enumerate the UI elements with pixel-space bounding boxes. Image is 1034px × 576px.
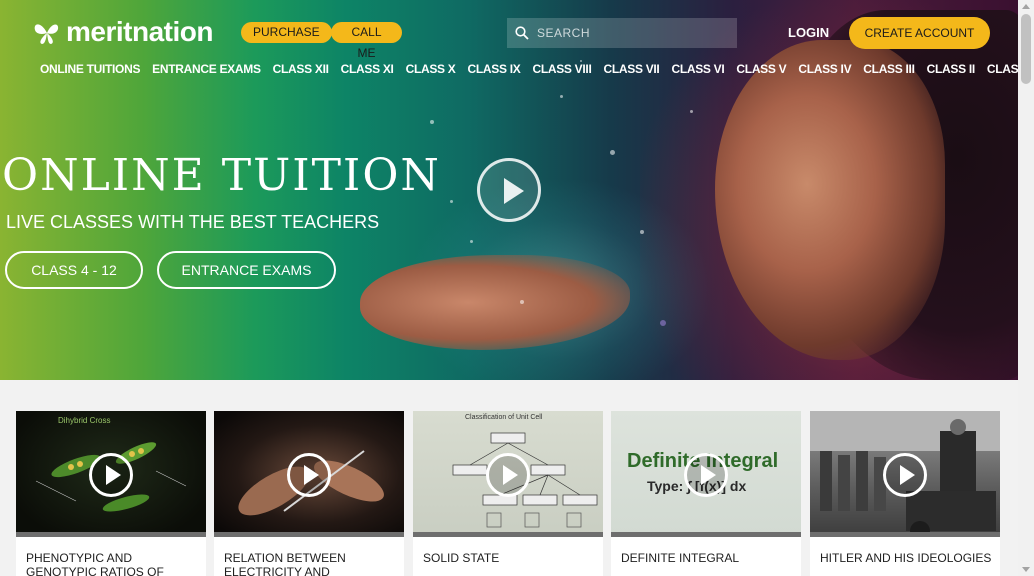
nav-item-class-v[interactable]: CLASS V xyxy=(736,62,786,78)
video-thumbnail: Classification of Unit Cell xyxy=(413,411,603,537)
nav-item-class-i[interactable]: CLASS I xyxy=(987,62,1018,78)
thumbnail-bar xyxy=(611,532,801,537)
nav-item-class-ix[interactable]: CLASS IX xyxy=(468,62,521,78)
play-icon[interactable] xyxy=(486,453,530,497)
video-card[interactable]: Dihybrid Cross PHENOTYPIC AND GENOTYPIC … xyxy=(16,411,206,576)
sparkle xyxy=(430,120,434,124)
nav-item-class-xi[interactable]: CLASS XI xyxy=(341,62,394,78)
nav-item-class-iii[interactable]: CLASS III xyxy=(863,62,915,78)
thumb-text: Dihybrid Cross xyxy=(58,416,110,425)
hero-banner: meritnation PURCHASE CALL ME LOGIN CREAT… xyxy=(0,0,1018,380)
butterfly-logo-icon xyxy=(34,24,59,44)
video-thumbnail: Definite Integral Type: ∫ [f(x)] dx xyxy=(611,411,801,537)
play-icon[interactable] xyxy=(89,453,133,497)
thumb-text: Classification of Unit Cell xyxy=(465,414,543,421)
login-link[interactable]: LOGIN xyxy=(788,25,829,40)
video-card[interactable]: RELATION BETWEEN ELECTRICITY AND xyxy=(214,411,404,576)
class-nav: ONLINE TUITIONS ENTRANCE EXAMS CLASS XII… xyxy=(40,62,1018,78)
sparkle xyxy=(610,150,615,155)
thumbnail-bar xyxy=(16,532,206,537)
meritnation-logo[interactable]: meritnation xyxy=(32,12,213,52)
page-scrollbar[interactable] xyxy=(1018,0,1034,576)
hero-play-icon[interactable] xyxy=(477,158,541,222)
search-input[interactable] xyxy=(537,26,717,40)
create-account-button[interactable]: CREATE ACCOUNT xyxy=(849,17,990,49)
thumbnail-bar xyxy=(214,532,404,537)
sparkle xyxy=(660,320,666,326)
video-title[interactable]: DEFINITE INTEGRAL xyxy=(621,551,796,565)
sparkle xyxy=(560,95,563,98)
sparkle xyxy=(520,300,524,304)
search-icon xyxy=(515,26,529,40)
sparkle xyxy=(690,110,693,113)
play-icon[interactable] xyxy=(287,453,331,497)
video-thumbnail xyxy=(214,411,404,537)
thumbnail-bar xyxy=(810,532,1000,537)
nav-item-class-x[interactable]: CLASS X xyxy=(406,62,456,78)
sparkle xyxy=(640,230,644,234)
scrollbar-thumb[interactable] xyxy=(1021,14,1031,84)
nav-item-class-vi[interactable]: CLASS VI xyxy=(671,62,724,78)
thumbnail-bar xyxy=(413,532,603,537)
scroll-down-icon[interactable] xyxy=(1022,567,1030,572)
hero-subtitle: LIVE CLASSES WITH THE BEST TEACHERS xyxy=(6,212,380,232)
play-icon[interactable] xyxy=(684,453,728,497)
video-cards: Dihybrid Cross PHENOTYPIC AND GENOTYPIC … xyxy=(16,411,1016,576)
scroll-up-icon[interactable] xyxy=(1022,4,1030,9)
video-card[interactable]: HITLER AND HIS IDEOLOGIES xyxy=(810,411,1000,576)
video-title[interactable]: RELATION BETWEEN ELECTRICITY AND xyxy=(224,551,399,576)
entrance-exams-button[interactable]: ENTRANCE EXAMS xyxy=(157,251,336,289)
video-card[interactable]: Definite Integral Type: ∫ [f(x)] dx DEFI… xyxy=(611,411,801,576)
nav-item-class-xii[interactable]: CLASS XII xyxy=(273,62,329,78)
nav-item-class-ii[interactable]: CLASS II xyxy=(927,62,976,78)
nav-item-class-iv[interactable]: CLASS IV xyxy=(798,62,851,78)
video-title[interactable]: SOLID STATE xyxy=(423,551,598,565)
call-me-button[interactable]: CALL ME xyxy=(331,22,402,60)
nav-item-entrance-exams[interactable]: ENTRANCE EXAMS xyxy=(152,62,261,78)
play-icon[interactable] xyxy=(883,453,927,497)
class-4-12-button[interactable]: CLASS 4 - 12 xyxy=(5,251,143,289)
sparkle xyxy=(450,200,453,203)
logo-wordmark: meritnation xyxy=(66,16,213,47)
nav-item-class-vii[interactable]: CLASS VII xyxy=(603,62,659,78)
video-title[interactable]: PHENOTYPIC AND GENOTYPIC RATIOS OF DIHYB… xyxy=(26,551,201,576)
hero-title: ONLINE TUITION xyxy=(2,150,441,201)
search-box[interactable] xyxy=(507,18,737,48)
purchase-button[interactable]: PURCHASE xyxy=(241,22,332,43)
nav-item-online-tuitions[interactable]: ONLINE TUITIONS xyxy=(40,62,140,78)
video-thumbnail: Dihybrid Cross xyxy=(16,411,206,537)
nav-item-class-viii[interactable]: CLASS VIII xyxy=(532,62,591,78)
video-thumbnail xyxy=(810,411,1000,537)
sparkle xyxy=(470,240,473,243)
video-card[interactable]: Classification of Unit Cell SOLID STATE xyxy=(413,411,603,576)
video-title[interactable]: HITLER AND HIS IDEOLOGIES xyxy=(820,551,995,565)
